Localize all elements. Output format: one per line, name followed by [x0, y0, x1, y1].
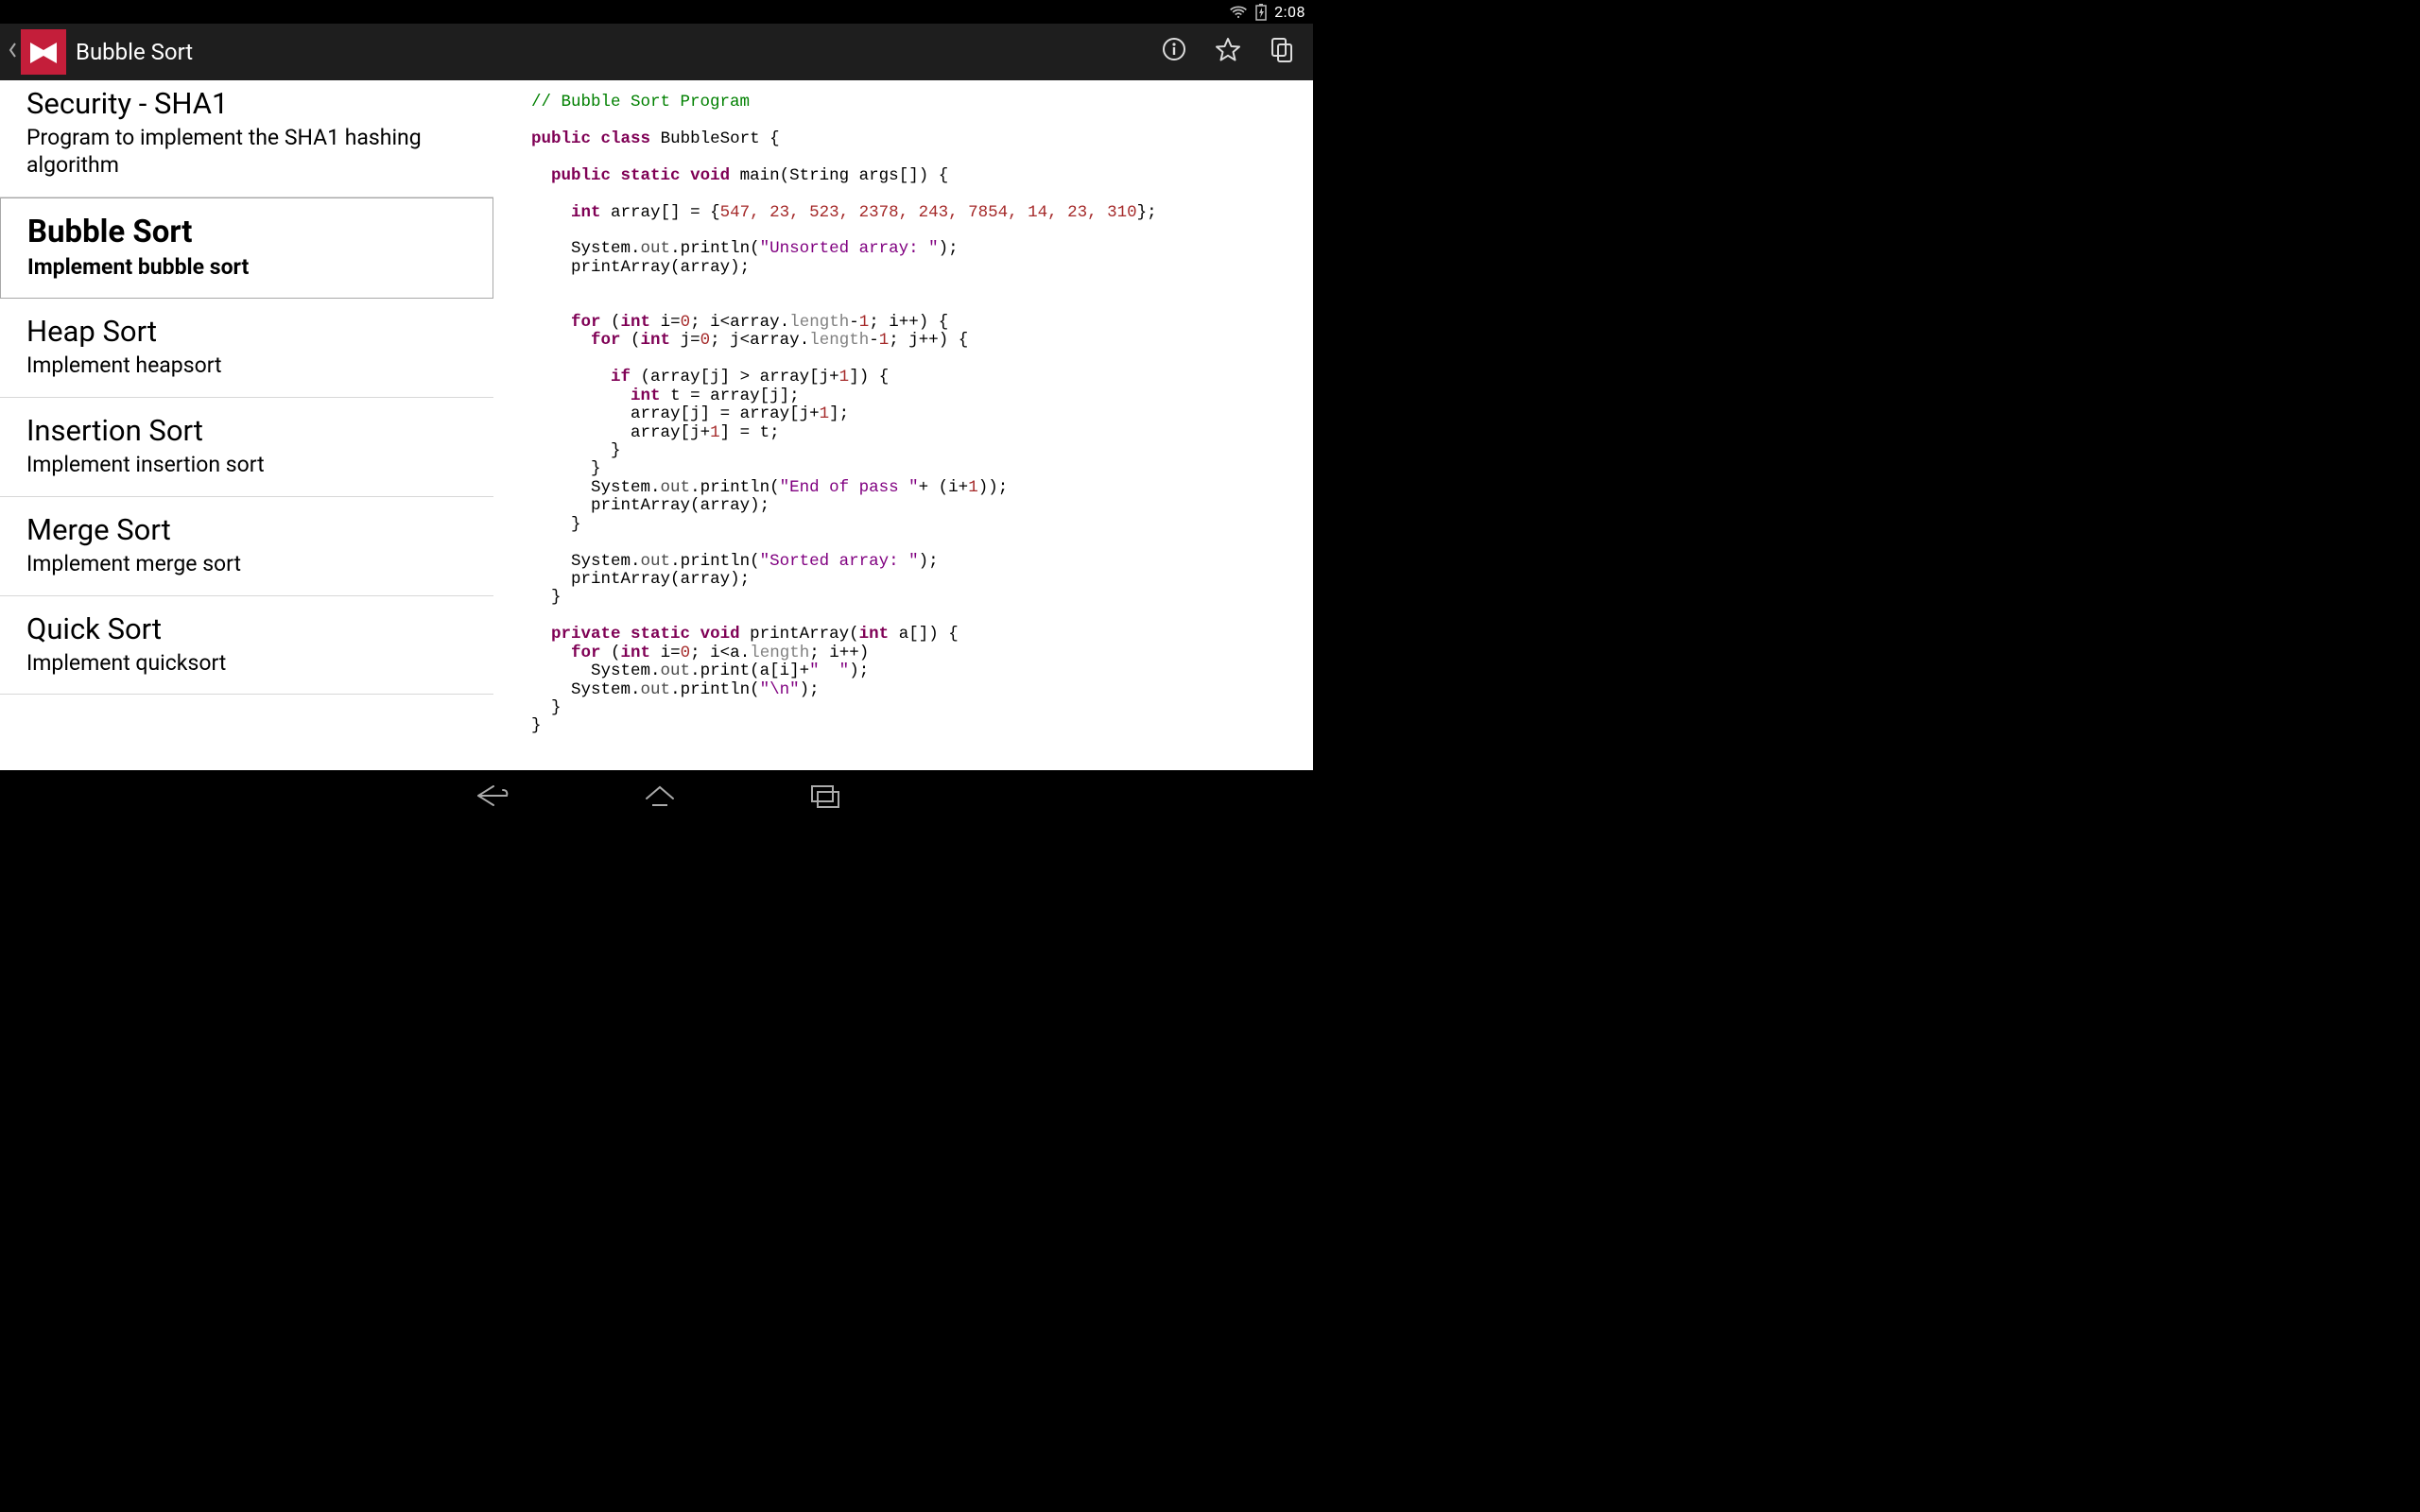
- sidebar[interactable]: Security - SHA1 Program to implement the…: [0, 80, 493, 770]
- info-icon[interactable]: [1162, 37, 1186, 67]
- back-button[interactable]: [8, 39, 21, 65]
- item-title: Security - SHA1: [26, 86, 467, 121]
- battery-charging-icon: [1255, 4, 1267, 21]
- status-bar: 2:08: [0, 0, 1313, 24]
- list-item-quick-sort[interactable]: Quick Sort Implement quicksort: [0, 596, 493, 696]
- star-icon[interactable]: [1215, 37, 1241, 67]
- navigation-bar: [0, 770, 1313, 820]
- nav-back-button[interactable]: [473, 783, 510, 808]
- item-title: Merge Sort: [26, 512, 467, 547]
- list-item-merge-sort[interactable]: Merge Sort Implement merge sort: [0, 497, 493, 596]
- item-title: Heap Sort: [26, 314, 467, 349]
- page-title: Bubble Sort: [76, 39, 1162, 65]
- copy-icon[interactable]: [1270, 37, 1294, 67]
- main-content: Security - SHA1 Program to implement the…: [0, 80, 1313, 770]
- list-item-bubble-sort[interactable]: Bubble Sort Implement bubble sort: [0, 198, 493, 300]
- app-bar: Bubble Sort: [0, 24, 1313, 80]
- source-code: // Bubble Sort Program public class Bubb…: [531, 94, 1313, 736]
- item-desc: Implement heapsort: [26, 352, 467, 380]
- item-desc: Program to implement the SHA1 hashing al…: [26, 125, 467, 180]
- code-pane[interactable]: // Bubble Sort Program public class Bubb…: [493, 80, 1313, 770]
- nav-home-button[interactable]: [643, 783, 677, 808]
- item-desc: Implement quicksort: [26, 650, 467, 678]
- wifi-icon: [1229, 5, 1248, 20]
- app-logo[interactable]: [21, 29, 66, 75]
- list-item-insertion-sort[interactable]: Insertion Sort Implement insertion sort: [0, 398, 493, 497]
- list-item-sha1[interactable]: Security - SHA1 Program to implement the…: [0, 80, 493, 198]
- item-title: Insertion Sort: [26, 413, 467, 448]
- item-desc: Implement merge sort: [26, 551, 467, 578]
- item-title: Quick Sort: [26, 611, 467, 646]
- item-desc: Implement insertion sort: [26, 452, 467, 479]
- item-title: Bubble Sort: [27, 214, 466, 250]
- list-item-heap-sort[interactable]: Heap Sort Implement heapsort: [0, 299, 493, 398]
- item-desc: Implement bubble sort: [27, 254, 466, 282]
- status-time: 2:08: [1274, 3, 1305, 21]
- nav-recent-button[interactable]: [809, 783, 841, 808]
